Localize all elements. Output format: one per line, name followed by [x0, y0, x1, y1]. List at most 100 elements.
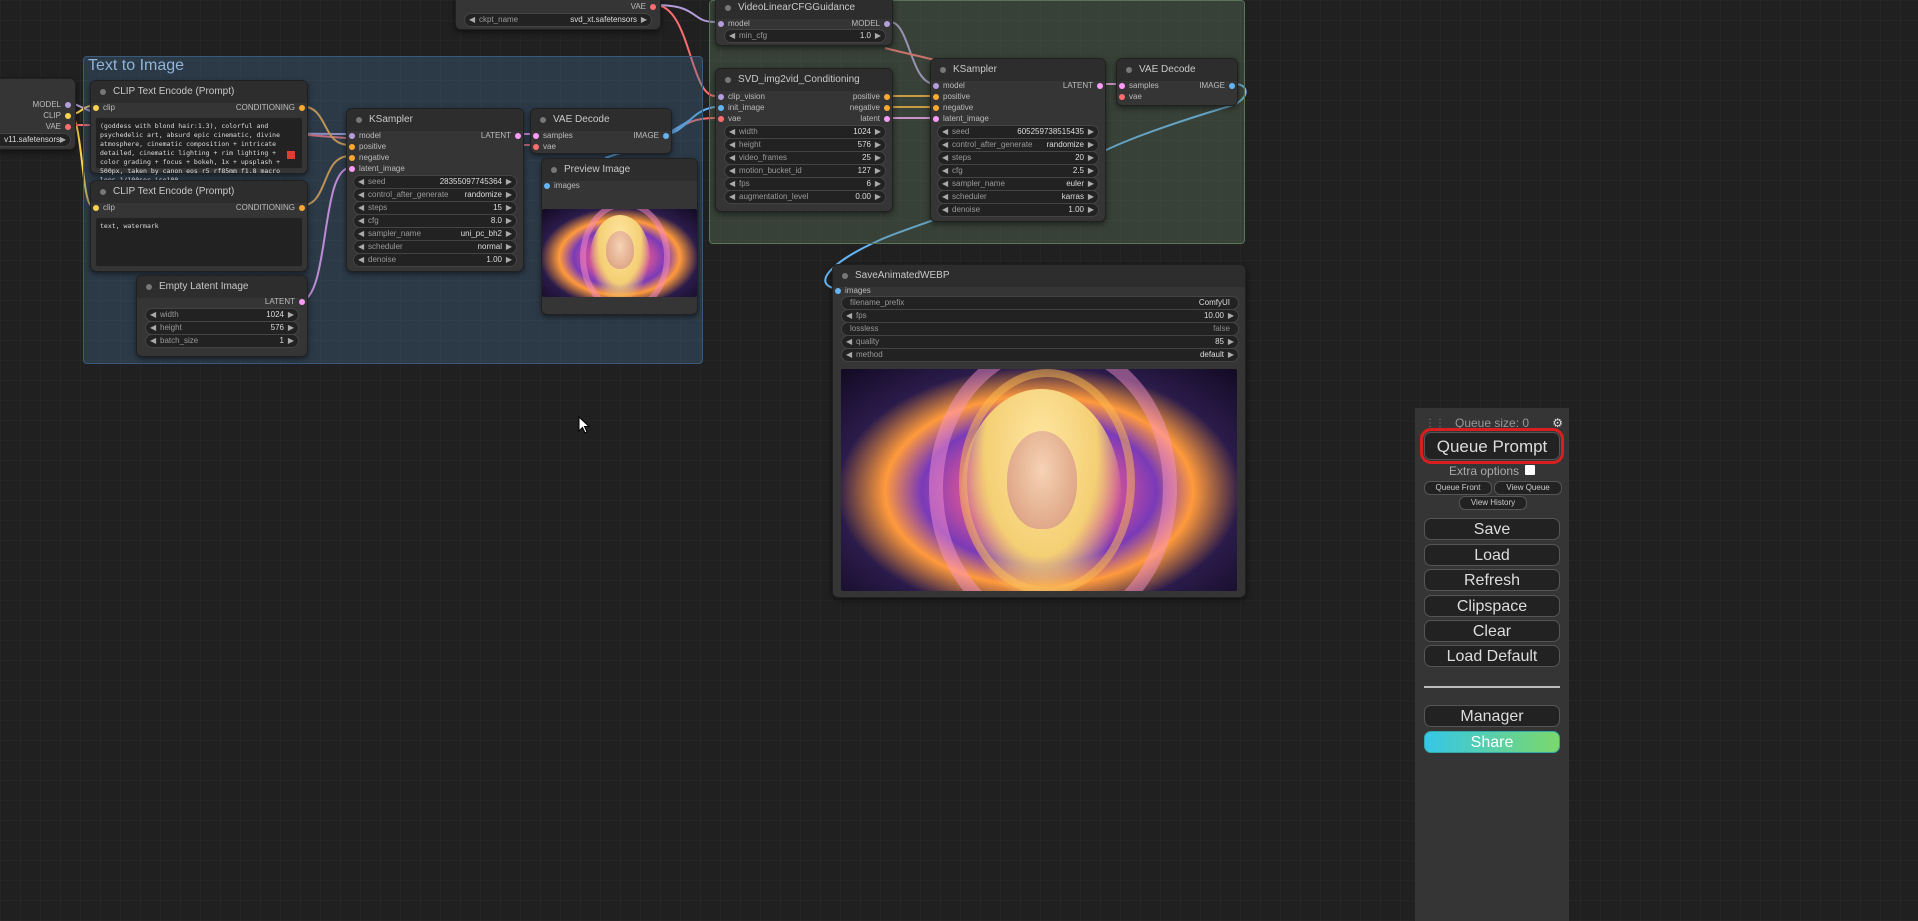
arrow-left-icon[interactable]: ◀	[942, 178, 948, 190]
arrow-left-icon[interactable]: ◀	[729, 191, 735, 203]
input-vae[interactable]: vae	[533, 141, 556, 153]
preview-image-node[interactable]: Preview Image images	[541, 158, 698, 315]
output-vae[interactable]: VAE	[631, 1, 656, 13]
clear-button[interactable]: Clear	[1424, 620, 1560, 642]
ckpt-name-widget[interactable]: v11.safetensors ▶	[0, 133, 71, 147]
negative-prompt-textarea[interactable]: text, watermark	[95, 217, 303, 267]
arrow-left-icon[interactable]: ◀	[358, 241, 364, 253]
arrow-right-icon[interactable]: ▶	[506, 215, 512, 227]
sampler-name-widget[interactable]: ◀ sampler_name uni_pc_bh2 ▶	[353, 227, 517, 241]
arrow-right-icon[interactable]: ▶	[1228, 310, 1234, 322]
arrow-left-icon[interactable]: ◀	[729, 178, 735, 190]
output-latent[interactable]: LATENT	[1063, 80, 1103, 92]
output-conditioning[interactable]: CONDITIONING	[236, 102, 305, 114]
arrow-left-icon[interactable]: ◀	[729, 165, 735, 177]
arrow-right-icon[interactable]: ▶	[1088, 165, 1094, 177]
fps-widget[interactable]: ◀ fps 10.00 ▶	[841, 309, 1239, 323]
gear-icon[interactable]: ⚙	[1552, 416, 1563, 430]
video-linear-cfg-guidance-node[interactable]: VideoLinearCFGGuidance model MODEL ◀ min_…	[715, 0, 893, 46]
arrow-right-icon[interactable]: ▶	[60, 134, 66, 146]
arrow-right-icon[interactable]: ▶	[875, 126, 881, 138]
drag-handle-icon[interactable]: ⋮⋮	[1425, 418, 1445, 429]
extra-options-checkbox[interactable]	[1525, 465, 1535, 475]
arrow-left-icon[interactable]: ◀	[150, 335, 156, 347]
load-button[interactable]: Load	[1424, 544, 1560, 566]
arrow-left-icon[interactable]: ◀	[150, 322, 156, 334]
control-after-generate-widget[interactable]: ◀ control_after_generate randomize ▶	[937, 138, 1099, 152]
arrow-right-icon[interactable]: ▶	[506, 254, 512, 266]
arrow-left-icon[interactable]: ◀	[942, 139, 948, 151]
arrow-right-icon[interactable]: ▶	[875, 139, 881, 151]
arrow-left-icon[interactable]: ◀	[942, 191, 948, 203]
arrow-left-icon[interactable]: ◀	[942, 204, 948, 216]
comfy-menu-panel[interactable]: ⋮⋮ Queue size: 0 ⚙ Queue Prompt Extra op…	[1414, 408, 1569, 921]
denoise-widget[interactable]: ◀ denoise 1.00 ▶	[353, 253, 517, 267]
filename-prefix-widget[interactable]: filename_prefix ComfyUI	[841, 296, 1239, 310]
output-animation-preview[interactable]	[841, 369, 1237, 591]
empty-latent-image-node[interactable]: Empty Latent Image LATENT ◀ width 1024 ▶ ◀ h…	[136, 275, 308, 357]
arrow-left-icon[interactable]: ◀	[846, 336, 852, 348]
prompt-textarea[interactable]: (goddess with blond hair:1.3), colorful …	[95, 117, 303, 184]
denoise-widget[interactable]: ◀ denoise 1.00 ▶	[937, 203, 1099, 217]
seed-widget[interactable]: ◀ seed 605259738515435 ▶	[937, 125, 1099, 139]
arrow-right-icon[interactable]: ▶	[875, 178, 881, 190]
arrow-right-icon[interactable]: ▶	[875, 30, 881, 42]
arrow-left-icon[interactable]: ◀	[846, 310, 852, 322]
height-widget[interactable]: ◀ height 576 ▶	[724, 138, 886, 152]
arrow-left-icon[interactable]: ◀	[729, 30, 735, 42]
save-button[interactable]: Save	[1424, 518, 1560, 540]
svd-checkpoint-loader-node[interactable]: VAE ◀ ckpt_name svd_xt.safetensors ▶	[455, 0, 661, 30]
arrow-left-icon[interactable]: ◀	[729, 152, 735, 164]
arrow-left-icon[interactable]: ◀	[942, 165, 948, 177]
width-widget[interactable]: ◀ width 1024 ▶	[145, 308, 299, 322]
output-conditioning[interactable]: CONDITIONING	[236, 202, 305, 214]
clip-text-encode-positive-node[interactable]: CLIP Text Encode (Prompt) clip CONDITION…	[90, 80, 308, 184]
arrow-left-icon[interactable]: ◀	[846, 349, 852, 361]
input-vae[interactable]: vae	[1119, 91, 1142, 103]
arrow-right-icon[interactable]: ▶	[1088, 139, 1094, 151]
queue-prompt-button[interactable]: Queue Prompt	[1420, 428, 1564, 464]
arrow-right-icon[interactable]: ▶	[506, 241, 512, 253]
arrow-right-icon[interactable]: ▶	[1088, 152, 1094, 164]
arrow-right-icon[interactable]: ▶	[506, 228, 512, 240]
video-frames-widget[interactable]: ◀ video_frames 25 ▶	[724, 151, 886, 165]
motion-bucket-id-widget[interactable]: ◀ motion_bucket_id 127 ▶	[724, 164, 886, 178]
arrow-right-icon[interactable]: ▶	[1228, 336, 1234, 348]
input-clip[interactable]: clip	[93, 202, 115, 214]
arrow-left-icon[interactable]: ◀	[729, 139, 735, 151]
arrow-right-icon[interactable]: ▶	[875, 191, 881, 203]
output-image[interactable]: IMAGE	[633, 130, 669, 142]
queue-front-button[interactable]: Queue Front	[1424, 481, 1492, 495]
arrow-right-icon[interactable]: ▶	[288, 335, 294, 347]
arrow-right-icon[interactable]: ▶	[506, 202, 512, 214]
arrow-left-icon[interactable]: ◀	[358, 202, 364, 214]
output-image[interactable]: IMAGE	[1199, 80, 1235, 92]
fps-widget[interactable]: ◀ fps 6 ▶	[724, 177, 886, 191]
arrow-left-icon[interactable]: ◀	[358, 228, 364, 240]
output-latent[interactable]: LATENT	[481, 130, 521, 142]
input-clip[interactable]: clip	[93, 102, 115, 114]
input-latent-image[interactable]: latent_image	[349, 163, 405, 175]
clipspace-button[interactable]: Clipspace	[1424, 595, 1560, 617]
arrow-right-icon[interactable]: ▶	[1088, 126, 1094, 138]
arrow-left-icon[interactable]: ◀	[469, 14, 475, 26]
vae-decode-node-1[interactable]: VAE Decode samples vae IMAGE	[530, 108, 672, 154]
arrow-left-icon[interactable]: ◀	[358, 215, 364, 227]
input-vae[interactable]: vae	[718, 113, 741, 125]
preview-image-thumbnail[interactable]	[542, 209, 697, 297]
seed-widget[interactable]: ◀ seed 28355097745364 ▶	[353, 175, 517, 189]
ksampler-node-2[interactable]: KSampler LATENT model positive negative …	[930, 58, 1106, 222]
view-history-button[interactable]: View History	[1459, 496, 1527, 510]
output-vae[interactable]: VAE	[46, 121, 71, 133]
augmentation-level-widget[interactable]: ◀ augmentation_level 0.00 ▶	[724, 190, 886, 204]
ksampler-node-1[interactable]: KSampler LATENT model positive negative …	[346, 108, 524, 272]
refresh-button[interactable]: Refresh	[1424, 569, 1560, 591]
arrow-right-icon[interactable]: ▶	[641, 14, 647, 26]
cfg-widget[interactable]: ◀ cfg 2.5 ▶	[937, 164, 1099, 178]
steps-widget[interactable]: ◀ steps 15 ▶	[353, 201, 517, 215]
arrow-right-icon[interactable]: ▶	[1088, 204, 1094, 216]
arrow-right-icon[interactable]: ▶	[1088, 191, 1094, 203]
control-after-generate-widget[interactable]: ◀ control_after_generate randomize ▶	[353, 188, 517, 202]
vae-decode-node-2[interactable]: VAE Decode samples vae IMAGE	[1116, 58, 1238, 106]
arrow-left-icon[interactable]: ◀	[358, 189, 364, 201]
